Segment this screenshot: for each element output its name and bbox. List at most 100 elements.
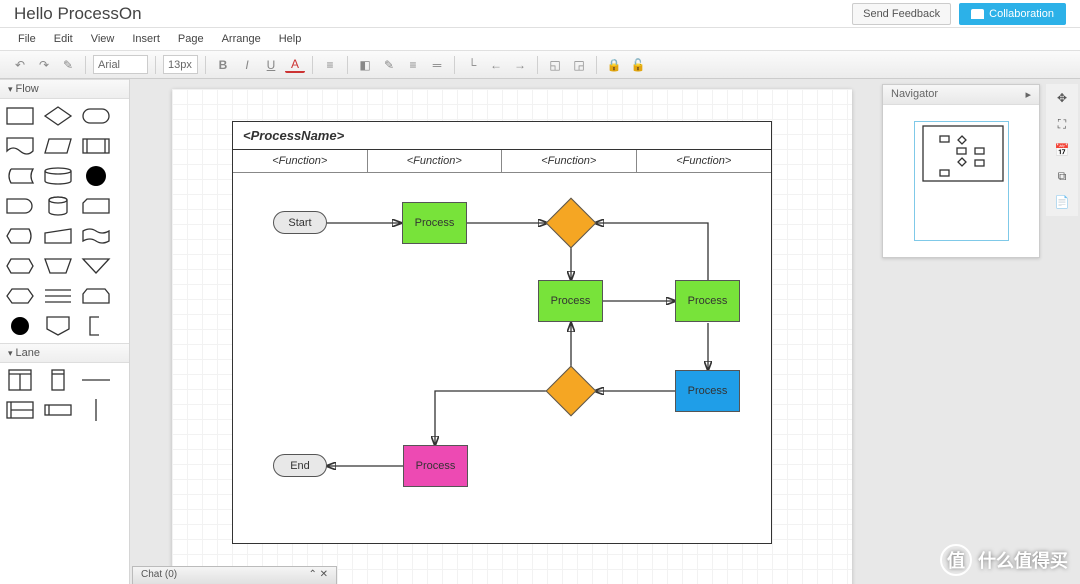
copy-icon[interactable]: ⧉ <box>1048 164 1076 188</box>
line-style-button[interactable]: ≡ <box>403 55 423 75</box>
swimlane-columns: <Function> <Function> <Function> <Functi… <box>233 150 771 173</box>
shape-delay[interactable] <box>4 195 36 217</box>
undo-button[interactable]: ↶ <box>10 55 30 75</box>
connector-button[interactable]: └ <box>462 55 482 75</box>
shape-parallelogram[interactable] <box>42 135 74 157</box>
process-node-4[interactable]: Process <box>675 370 740 412</box>
end-node[interactable]: End <box>273 454 327 477</box>
bring-front-button[interactable]: ◱ <box>545 55 565 75</box>
swimlane[interactable]: <ProcessName> <Function> <Function> <Fun… <box>232 121 772 544</box>
shape-preparation[interactable] <box>4 255 36 277</box>
shape-hlane[interactable] <box>4 399 36 421</box>
shape-document[interactable] <box>4 135 36 157</box>
menu-edit[interactable]: Edit <box>46 31 81 47</box>
flow-section-header[interactable]: Flow <box>0 79 129 99</box>
watermark-icon: 值 <box>940 544 972 576</box>
process-node-2[interactable]: Process <box>538 280 603 322</box>
menu-arrange[interactable]: Arrange <box>214 31 269 47</box>
menu-page[interactable]: Page <box>170 31 212 47</box>
lane-shapes <box>0 363 129 427</box>
shape-diamond[interactable] <box>42 105 74 127</box>
chat-bar[interactable]: Chat (0) ⌃ ✕ <box>132 566 337 584</box>
process-node-3[interactable]: Process <box>675 280 740 322</box>
shape-vlane-single[interactable] <box>42 369 74 391</box>
canvas[interactable]: <ProcessName> <Function> <Function> <Fun… <box>172 89 852 584</box>
shape-connector-circle[interactable] <box>4 315 36 337</box>
app-header: Hello ProcessOn Send Feedback Collaborat… <box>0 0 1080 28</box>
shape-predefined[interactable] <box>80 135 112 157</box>
navigator-panel[interactable]: Navigator▸ <box>882 84 1040 258</box>
chat-expand-icon[interactable]: ⌃ <box>308 569 316 580</box>
navigator-collapse-icon[interactable]: ▸ <box>1025 88 1031 101</box>
swimlane-title[interactable]: <ProcessName> <box>233 122 771 150</box>
swimlane-body: Start Process Process Process Process Pr… <box>233 173 771 543</box>
process-node-5[interactable]: Process <box>403 445 468 487</box>
shape-hlane-single[interactable] <box>42 399 74 421</box>
send-feedback-button[interactable]: Send Feedback <box>852 3 951 25</box>
underline-button[interactable]: U <box>261 55 281 75</box>
send-back-button[interactable]: ◲ <box>569 55 589 75</box>
header-actions: Send Feedback Collaboration <box>852 3 1066 25</box>
align-button[interactable]: ≡ <box>320 55 340 75</box>
canvas-area[interactable]: <ProcessName> <Function> <Function> <Fun… <box>130 79 1080 584</box>
menu-view[interactable]: View <box>83 31 123 47</box>
italic-button[interactable]: I <box>237 55 257 75</box>
shape-cylinder[interactable] <box>42 195 74 217</box>
shape-terminator[interactable] <box>80 105 112 127</box>
fit-view-icon[interactable]: ⛶ <box>1048 112 1076 136</box>
collaboration-icon <box>971 9 984 19</box>
lane-section-header[interactable]: Lane <box>0 343 129 363</box>
redo-button[interactable]: ↷ <box>34 55 54 75</box>
format-painter-button[interactable]: ✎ <box>58 55 78 75</box>
shape-separator-h[interactable] <box>80 369 112 391</box>
navigator-thumbnail[interactable] <box>914 121 1009 241</box>
fill-color-button[interactable]: ◧ <box>355 55 375 75</box>
shape-separator-v[interactable] <box>80 399 112 421</box>
shape-manual-op[interactable] <box>42 255 74 277</box>
shape-collate[interactable] <box>42 285 74 307</box>
unlock-button[interactable]: 🔓 <box>628 55 648 75</box>
lane-header-1[interactable]: <Function> <box>233 150 367 173</box>
lane-header-4[interactable]: <Function> <box>637 150 772 173</box>
shape-hexagon[interactable] <box>4 285 36 307</box>
start-node[interactable]: Start <box>273 211 327 234</box>
bold-button[interactable]: B <box>213 55 233 75</box>
arrow-start-button[interactable]: ← <box>486 55 506 75</box>
navigator-header[interactable]: Navigator▸ <box>883 85 1039 105</box>
shape-manual-input[interactable] <box>42 225 74 247</box>
shape-offpage[interactable] <box>42 315 74 337</box>
lane-header-3[interactable]: <Function> <box>502 150 636 173</box>
shape-stored-data[interactable] <box>4 165 36 187</box>
shape-tape[interactable] <box>80 225 112 247</box>
menu-file[interactable]: File <box>10 31 44 47</box>
line-width-button[interactable]: ═ <box>427 55 447 75</box>
font-color-button[interactable]: A <box>285 57 305 73</box>
shape-vlane[interactable] <box>4 369 36 391</box>
arrow-end-button[interactable]: → <box>510 55 530 75</box>
shape-database[interactable] <box>42 165 74 187</box>
shape-loop-limit[interactable] <box>80 285 112 307</box>
menu-help[interactable]: Help <box>271 31 310 47</box>
lock-button[interactable]: 🔒 <box>604 55 624 75</box>
menu-insert[interactable]: Insert <box>124 31 168 47</box>
chat-close-icon[interactable]: ✕ <box>320 569 328 580</box>
font-name-input[interactable] <box>93 55 148 74</box>
shape-circle[interactable] <box>80 165 112 187</box>
shape-display[interactable] <box>4 225 36 247</box>
font-size-input[interactable] <box>163 55 198 74</box>
calendar-icon[interactable]: 📅 <box>1048 138 1076 162</box>
center-view-icon[interactable]: ✥ <box>1048 86 1076 110</box>
shape-annotation[interactable] <box>80 315 112 337</box>
flow-shapes <box>0 99 129 343</box>
line-color-button[interactable]: ✎ <box>379 55 399 75</box>
decision-node-2[interactable] <box>547 367 595 415</box>
decision-node-1[interactable] <box>547 199 595 247</box>
page-icon[interactable]: 📄 <box>1048 190 1076 214</box>
shape-rectangle[interactable] <box>4 105 36 127</box>
lane-header-2[interactable]: <Function> <box>368 150 502 173</box>
shape-merge[interactable] <box>80 255 112 277</box>
watermark: 值 什么值得买 <box>940 544 1068 576</box>
collaboration-button[interactable]: Collaboration <box>959 3 1066 25</box>
process-node-1[interactable]: Process <box>402 202 467 244</box>
shape-card[interactable] <box>80 195 112 217</box>
